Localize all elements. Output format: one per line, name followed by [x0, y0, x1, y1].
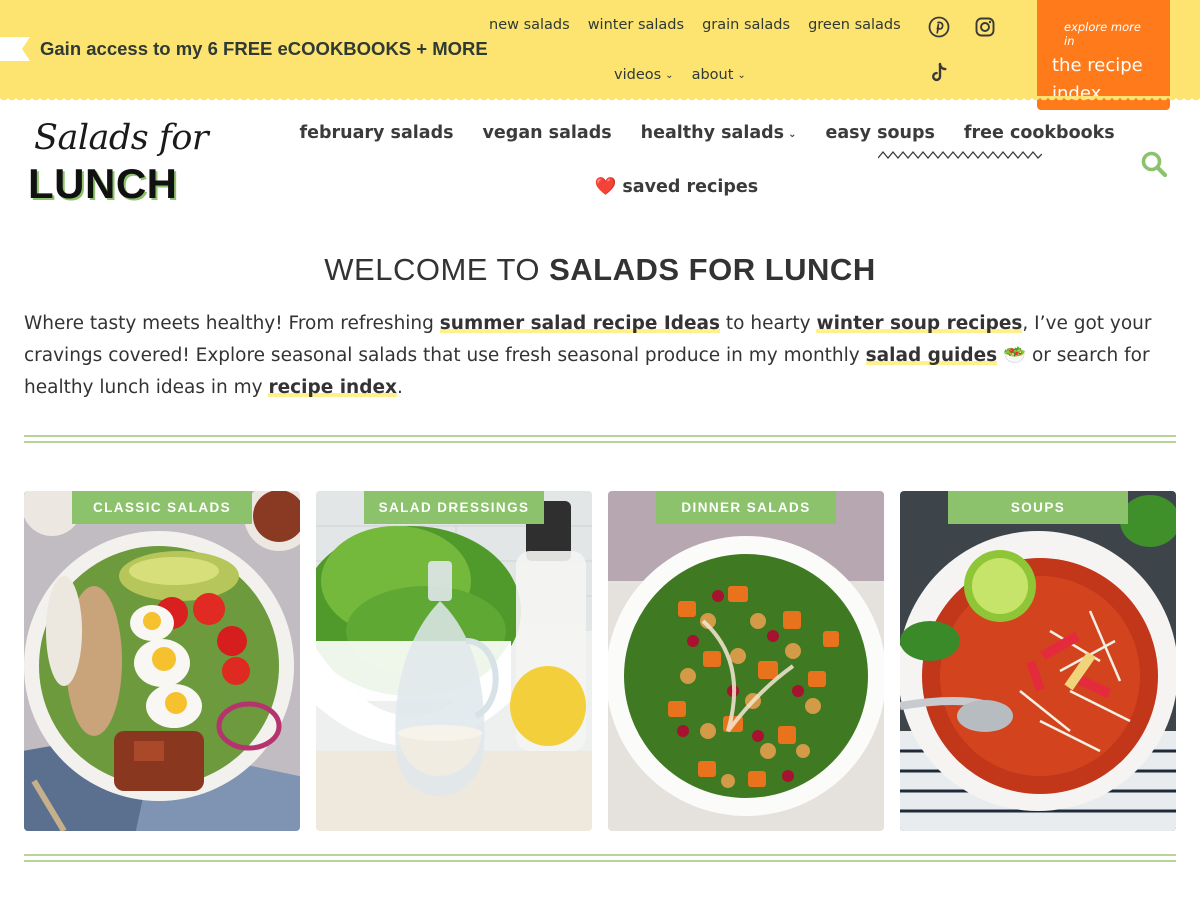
intro-text: . [396, 377, 403, 398]
nav-link-about[interactable]: about ⌄ [683, 65, 755, 86]
section-divider [24, 435, 1176, 443]
intro-paragraph: Where tasty meets healthy! From refreshi… [24, 308, 1180, 404]
chevron-down-icon: ⌄ [788, 129, 797, 140]
cobb-salad-photo [24, 491, 300, 831]
secondary-nav-row-1: new salads winter salads grain salads gr… [480, 15, 910, 35]
top-announcement-bar: Gain access to my 6 FREE eCOOKBOOKS + MO… [0, 0, 1200, 110]
winter-soup-recipes-link[interactable]: winter soup recipes [816, 313, 1023, 334]
ribbon-icon [0, 37, 30, 61]
tiktok-icon[interactable] [926, 60, 952, 86]
intro-text: to hearty [720, 313, 817, 334]
nav-link-free-cookbooks[interactable]: free cookbooks [949, 121, 1129, 147]
section-divider [24, 854, 1176, 862]
category-card-soups[interactable]: SOUPS [900, 491, 1176, 831]
primary-nav-row-1: february salads vegan salads healthy sal… [285, 121, 1129, 147]
pinterest-icon[interactable] [926, 14, 952, 40]
nav-link-saved-recipes[interactable]: ❤️ saved recipes [580, 175, 773, 199]
welcome-heading-prefix: WELCOME TO [324, 252, 550, 287]
nav-link-easy-soups[interactable]: easy soups [811, 121, 949, 147]
chevron-down-icon: ⌄ [665, 70, 674, 81]
category-label: SOUPS [948, 491, 1128, 524]
category-card-salad-dressings[interactable]: SALAD DRESSINGS [316, 491, 592, 831]
category-card-dinner-salads[interactable]: DINNER SALADS [608, 491, 884, 831]
nav-link-grain-salads[interactable]: grain salads [693, 15, 799, 35]
nav-link-videos[interactable]: videos ⌄ [605, 65, 683, 86]
nav-link-healthy-salads-label: healthy salads [640, 123, 785, 143]
welcome-heading-site-name: SALADS FOR LUNCH [549, 252, 876, 287]
nav-link-healthy-salads[interactable]: healthy salads ⌄ [626, 121, 811, 147]
free-ecookbooks-promo-link[interactable]: Gain access to my 6 FREE eCOOKBOOKS + MO… [40, 38, 488, 60]
recipe-index-button[interactable]: explore more in the recipe index [1037, 0, 1170, 110]
nav-link-winter-salads[interactable]: winter salads [579, 15, 693, 35]
tortilla-soup-photo [900, 491, 1176, 831]
salad-guides-link[interactable]: salad guides [865, 345, 998, 366]
category-label: DINNER SALADS [656, 491, 836, 524]
category-cards: CLASSIC SALADS SALAD DRESSINGS DINNER SA… [24, 491, 1176, 831]
nav-link-green-salads[interactable]: green salads [799, 15, 910, 35]
secondary-nav-row-2: videos ⌄ about ⌄ [605, 65, 755, 86]
category-label: CLASSIC SALADS [72, 491, 252, 524]
nav-link-about-label: about [691, 67, 734, 83]
site-logo[interactable]: Salads for LUNCH [26, 118, 209, 210]
nav-link-february-salads[interactable]: february salads [285, 121, 468, 147]
category-card-classic-salads[interactable]: CLASSIC SALADS [24, 491, 300, 831]
dinner-salad-photo [608, 491, 884, 831]
nav-link-vegan-salads[interactable]: vegan salads [468, 121, 626, 147]
nav-link-new-salads[interactable]: new salads [480, 15, 579, 35]
salad-dressing-photo [316, 491, 592, 831]
instagram-icon[interactable] [972, 14, 998, 40]
nav-link-videos-label: videos [614, 67, 662, 83]
recipe-index-link[interactable]: recipe index [268, 377, 397, 398]
primary-nav-row-2: ❤️ saved recipes [580, 175, 773, 199]
welcome-heading: WELCOME TO SALADS FOR LUNCH [0, 252, 1200, 288]
recipe-index-button-caption: explore more in [1064, 20, 1141, 48]
logo-block-text: LUNCH [28, 160, 178, 207]
summer-salad-ideas-link[interactable]: summer salad recipe Ideas [439, 313, 721, 334]
active-zigzag-underline [878, 150, 1042, 160]
chevron-down-icon: ⌄ [737, 70, 746, 81]
logo-script-text: Salads for [34, 118, 209, 158]
scalloped-edge [0, 96, 1200, 104]
search-icon[interactable] [1140, 150, 1168, 178]
intro-text: Where tasty meets healthy! From refreshi… [24, 313, 440, 334]
category-label: SALAD DRESSINGS [364, 491, 544, 524]
